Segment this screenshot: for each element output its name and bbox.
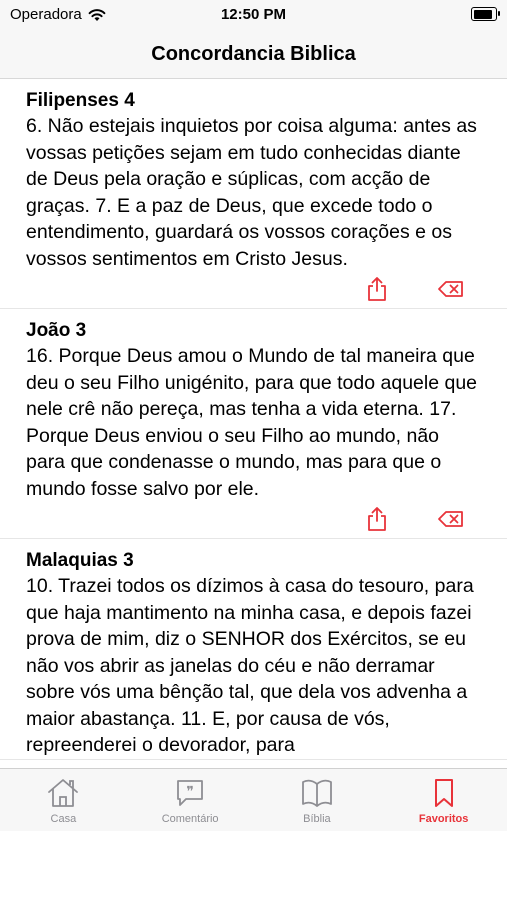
tab-label: Comentário [161,813,219,825]
verse-text: 6. Não estejais inquietos por coisa algu… [26,115,477,270]
verse-text: 16. Porque Deus amou o Mundo de tal mane… [26,345,478,500]
tab-comentario[interactable]: ❞ Comentário [127,769,254,831]
share-icon[interactable] [365,506,389,532]
verse-actions [26,272,487,308]
comment-icon: ❞ [177,780,204,806]
share-icon[interactable] [365,276,389,302]
bookmark-icon [434,779,453,807]
battery-icon [471,7,500,21]
delete-backward-icon[interactable] [437,506,465,532]
verse-card: João 3 16. Porque Deus amou o Mundo de t… [0,309,507,539]
verse-actions [26,502,487,538]
battery-level [473,9,493,19]
house-icon [48,779,79,807]
tab-bar: Casa ❞ Comentário Bíblia Favoritos [0,768,507,831]
verse-card: Filipenses 4 6. Não estejais inquietos p… [0,79,507,309]
verse-text: 10. Trazei todos os dízimos à casa do te… [26,575,474,756]
status-time: 12:50 PM [220,6,287,23]
book-icon [301,779,332,807]
verse-reference: Malaquias 3 [26,550,134,571]
tab-label: Bíblia [303,813,331,825]
tab-casa[interactable]: Casa [0,769,127,831]
delete-backward-icon[interactable] [437,276,465,302]
nav-bar: Concordancia Biblica [0,30,507,79]
status-bar: Operadora 12:50 PM [0,0,507,30]
tab-label: Casa [50,813,77,825]
page-title: Concordancia Biblica [151,42,356,65]
svg-text:❞: ❞ [186,784,194,800]
verse-list[interactable]: Filipenses 4 6. Não estejais inquietos p… [0,79,507,768]
verse-reference: João 3 [26,320,87,341]
verse-card: Malaquias 3 10. Trazei todos os dízimos … [0,539,507,760]
tab-favoritos[interactable]: Favoritos [380,769,507,831]
verse-reference: Filipenses 4 [26,90,135,111]
tab-label: Favoritos [418,813,469,825]
tab-biblia[interactable]: Bíblia [254,769,381,831]
